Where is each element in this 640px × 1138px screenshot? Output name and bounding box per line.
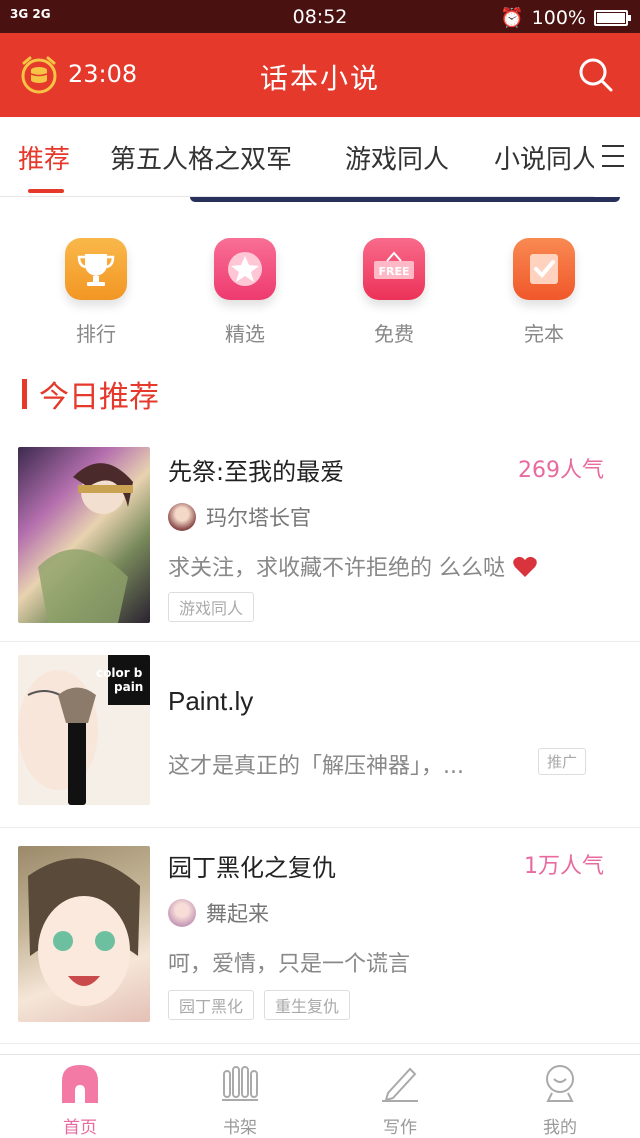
quick-link-featured[interactable]: 精选 <box>185 238 305 347</box>
search-icon[interactable] <box>578 57 614 93</box>
nav-profile[interactable]: 我的 <box>510 1063 610 1138</box>
book-cover <box>18 447 150 623</box>
ad-title: Paint.ly <box>168 686 254 716</box>
star-icon <box>214 238 276 300</box>
ad-description: 这才是真正的「解压神器」，... <box>168 754 464 779</box>
pen-icon <box>382 1067 418 1102</box>
svg-text:color b: color b <box>96 666 143 680</box>
trophy-icon <box>65 238 127 300</box>
avatar <box>168 503 196 531</box>
book-description: 呵，爱情，只是一个谎言 <box>168 952 411 977</box>
nav-home[interactable]: 首页 <box>30 1063 130 1138</box>
profile-icon <box>546 1065 574 1102</box>
app-header: 23:08 话本小说 <box>0 33 640 117</box>
quick-link-label: 完本 <box>524 322 564 346</box>
active-tab-indicator <box>28 189 64 193</box>
book-tag[interactable]: 园丁黑化 <box>168 990 255 1020</box>
book-tags: 园丁黑化 重生复仇 <box>168 990 351 1020</box>
category-tabs: 推荐 第五人格之双军 游戏同人 小说同人 <box>0 117 640 197</box>
tab-menu-button[interactable] <box>594 117 640 197</box>
book-tags: 游戏同人 <box>168 592 255 622</box>
section-title-text: 今日推荐 <box>39 380 159 415</box>
quick-link-label: 排行 <box>76 322 116 346</box>
book-title: 先祭:至我的最爱 <box>168 458 345 486</box>
tab-novel-fanfic[interactable]: 小说同人 <box>494 139 598 176</box>
app-title: 话本小说 <box>259 62 380 95</box>
nav-label: 书架 <box>223 1118 257 1138</box>
tab-game-fanfic[interactable]: 游戏同人 <box>345 139 449 176</box>
check-icon <box>513 238 575 300</box>
book-card[interactable]: 园丁黑化之复仇 1万人气 舞起来 呵，爱情，只是一个谎言 园丁黑化 重生复仇 <box>0 828 640 1044</box>
alarm-status-icon: ⏰ <box>500 7 524 29</box>
book-description: 求关注，求收藏不许拒绝的 么么哒 <box>168 550 538 582</box>
bookshelf-icon <box>222 1066 258 1101</box>
avatar <box>168 899 196 927</box>
quick-link-free[interactable]: FREE 免费 <box>334 238 454 347</box>
nav-write[interactable]: 写作 <box>350 1063 450 1138</box>
nav-label: 写作 <box>383 1118 417 1138</box>
home-icon <box>62 1065 98 1103</box>
banner-edge[interactable] <box>190 197 620 202</box>
heart-icon <box>513 556 537 577</box>
book-author[interactable]: 舞起来 <box>168 898 269 928</box>
ad-cover: color b pain <box>18 655 150 805</box>
tab-recommend[interactable]: 推荐 <box>18 139 70 176</box>
quick-link-completed[interactable]: 完本 <box>484 238 604 347</box>
status-bar: 3G 2G 08:52 ⏰ 100% <box>0 0 640 33</box>
book-cover <box>18 846 150 1022</box>
book-author[interactable]: 玛尔塔长官 <box>168 502 311 532</box>
section-title: 今日推荐 <box>22 372 159 416</box>
svg-text:pain: pain <box>114 680 143 694</box>
section-marker <box>22 379 27 409</box>
book-description-text: 求关注，求收藏不许拒绝的 么么哒 <box>168 556 505 581</box>
author-name: 舞起来 <box>206 902 269 926</box>
quick-link-label: 精选 <box>225 322 265 346</box>
status-right: ⏰ 100% <box>500 6 631 29</box>
nav-label: 首页 <box>63 1118 97 1138</box>
quick-link-ranking[interactable]: 排行 <box>36 238 156 347</box>
book-tag[interactable]: 游戏同人 <box>168 592 255 622</box>
popularity-count: 1万人气 <box>524 854 604 879</box>
author-name: 玛尔塔长官 <box>206 506 311 530</box>
battery-icon <box>594 9 631 26</box>
book-tag[interactable]: 重生复仇 <box>264 990 351 1020</box>
popularity-count: 269人气 <box>518 458 604 483</box>
svg-text:FREE: FREE <box>378 265 409 278</box>
book-title: 园丁黑化之复仇 <box>168 854 336 882</box>
book-card[interactable]: 先祭:至我的最爱 269人气 玛尔塔长官 求关注，求收藏不许拒绝的 么么哒 游戏… <box>0 432 640 642</box>
tab-identity-v[interactable]: 第五人格之双军 <box>110 139 292 176</box>
nav-label: 我的 <box>543 1118 577 1138</box>
quick-link-label: 免费 <box>374 322 414 346</box>
battery-percent: 100% <box>531 6 586 29</box>
bottom-nav: 首页 书架 写作 我的 <box>0 1054 640 1138</box>
nav-bookshelf[interactable]: 书架 <box>190 1063 290 1138</box>
free-icon: FREE <box>363 238 425 300</box>
ad-card[interactable]: color b pain Paint.ly 这才是真正的「解压神器」，... 推… <box>0 642 640 828</box>
ad-badge: 推广 <box>537 748 586 775</box>
